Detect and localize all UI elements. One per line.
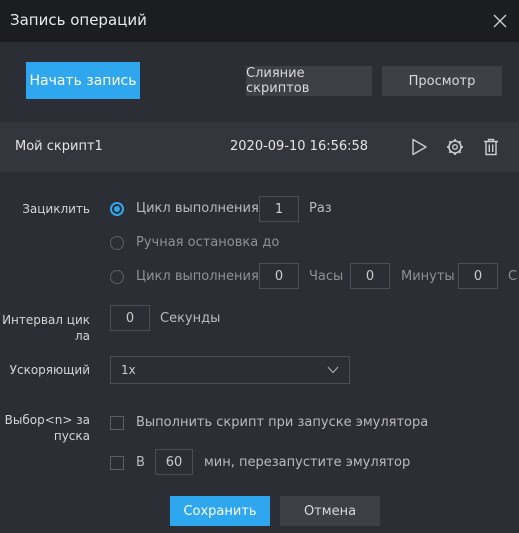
interval-label-line1: Интервал цик — [2, 313, 90, 327]
trash-icon[interactable] — [483, 138, 499, 156]
restart-suffix: мин, перезапустите эмулятор — [204, 455, 411, 470]
manual-stop-label: Ручная остановка до — [136, 235, 280, 250]
loop-seconds-input[interactable]: 0 — [458, 263, 498, 289]
gear-icon[interactable] — [446, 138, 464, 156]
loop-label: Зациклить — [22, 202, 90, 216]
interval-input[interactable]: 0 — [110, 305, 150, 331]
restart-prefix: В — [136, 455, 145, 470]
title-bar: Запись операций — [0, 0, 519, 42]
restart-checkbox[interactable] — [110, 456, 124, 470]
loop-hours-unit: Часы — [309, 269, 344, 284]
loop-count-unit: Раз — [309, 201, 332, 216]
run-on-start-checkbox[interactable] — [110, 416, 124, 430]
start-record-button[interactable]: Начать запись — [26, 62, 140, 99]
launch-label-line2: пуска — [53, 429, 90, 443]
close-icon[interactable] — [491, 12, 509, 30]
interval-unit: Секунды — [160, 311, 221, 326]
play-icon[interactable] — [410, 138, 428, 156]
loop-hours-input[interactable]: 0 — [259, 263, 299, 289]
speed-select[interactable]: 1x — [110, 356, 350, 384]
restart-minutes-input[interactable]: 60 — [155, 449, 193, 475]
script-timestamp: 2020-09-10 16:56:58 — [230, 139, 369, 154]
interval-label: Интервал цик ла — [0, 312, 90, 344]
loop-minutes-unit: Минуты — [401, 269, 455, 284]
save-button[interactable]: Сохранить — [170, 496, 270, 526]
script-row[interactable]: Мой скрипт1 2020-09-10 16:56:58 — [0, 122, 519, 172]
merge-scripts-button[interactable]: Слияние скриптов — [246, 66, 372, 96]
toolbar: Начать запись Слияние скриптов Просмотр — [0, 42, 519, 122]
run-on-start-label: Выполнить скрипт при запуске эмулятора — [136, 415, 429, 430]
loop-count-label: Цикл выполнения — [136, 201, 259, 216]
preview-button[interactable]: Просмотр — [382, 66, 502, 96]
loop-count-input[interactable]: 1 — [259, 196, 299, 222]
loop-time-radio[interactable] — [110, 270, 124, 284]
manual-stop-radio[interactable] — [110, 236, 124, 250]
cancel-button[interactable]: Отмена — [280, 496, 380, 526]
script-name: Мой скрипт1 — [15, 139, 103, 154]
loop-count-radio[interactable] — [110, 202, 124, 216]
loop-seconds-unit: С — [508, 269, 518, 284]
speed-select-value: 1x — [121, 363, 136, 377]
window-title: Запись операций — [10, 11, 147, 29]
launch-label-line1: Выбор<n> за — [4, 413, 90, 427]
speed-label: Ускоряющий — [9, 363, 90, 377]
launch-label: Выбор<n> за пуска — [0, 412, 90, 444]
loop-minutes-input[interactable]: 0 — [350, 263, 390, 289]
interval-label-line2: ла — [74, 329, 90, 343]
chevron-down-icon — [327, 366, 339, 374]
loop-time-label: Цикл выполнения — [136, 269, 259, 284]
